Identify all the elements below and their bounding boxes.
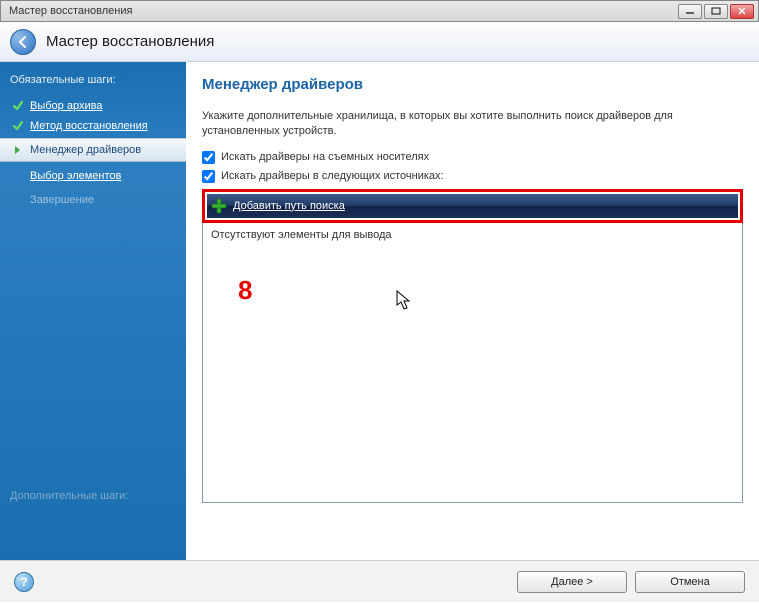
close-button[interactable] xyxy=(730,4,754,19)
sidebar: Обязательные шаги: Выбор архива Метод во… xyxy=(0,62,186,560)
sources-list: Отсутствуют элементы для вывода xyxy=(202,223,743,503)
footer: ? Далее > Отмена xyxy=(0,560,759,602)
sidebar-item-label: Менеджер драйверов xyxy=(30,144,141,156)
sidebar-item-label: Выбор элементов xyxy=(30,170,121,182)
arrow-right-icon xyxy=(12,144,24,156)
sidebar-item-label: Выбор архива xyxy=(30,100,102,112)
sidebar-item-drivers: Менеджер драйверов xyxy=(0,138,186,162)
arrow-left-icon xyxy=(16,35,30,49)
back-button[interactable] xyxy=(10,29,36,55)
sidebar-item-archive[interactable]: Выбор архива xyxy=(10,96,176,116)
checkbox-removable-media[interactable]: Искать драйверы на съемных носителях xyxy=(202,151,743,164)
checkbox-sources[interactable]: Искать драйверы в следующих источниках: xyxy=(202,170,743,183)
check-icon xyxy=(12,100,24,112)
wizard-header: Мастер восстановления xyxy=(0,22,759,62)
check-icon xyxy=(12,120,24,132)
main-panel: Менеджер драйверов Укажите дополнительны… xyxy=(186,62,759,560)
sidebar-item-label: Завершение xyxy=(30,194,94,206)
sidebar-item-label: Метод восстановления xyxy=(30,120,148,132)
checkbox-input[interactable] xyxy=(202,151,215,164)
annotation-highlight: Добавить путь поиска xyxy=(202,189,743,223)
add-path-label: Добавить путь поиска xyxy=(233,200,345,212)
sidebar-item-method[interactable]: Метод восстановления xyxy=(10,116,176,136)
add-search-path-button[interactable]: Добавить путь поиска xyxy=(207,194,738,218)
annotation-number: 8 xyxy=(238,275,252,306)
checkbox-label: Искать драйверы в следующих источниках: xyxy=(221,170,444,182)
empty-list-text: Отсутствуют элементы для вывода xyxy=(211,229,392,241)
help-button[interactable]: ? xyxy=(14,572,34,592)
sidebar-section-required: Обязательные шаги: xyxy=(10,74,176,86)
plus-icon xyxy=(211,198,227,214)
page-title: Менеджер драйверов xyxy=(202,76,743,93)
minimize-button[interactable] xyxy=(678,4,702,19)
window-title: Мастер восстановления xyxy=(5,5,678,17)
sidebar-section-optional: Дополнительные шаги: xyxy=(10,490,176,502)
next-button[interactable]: Далее > xyxy=(517,571,627,593)
sidebar-item-elements[interactable]: Выбор элементов xyxy=(10,166,176,186)
instruction-text: Укажите дополнительные хранилища, в кото… xyxy=(202,109,743,139)
checkbox-input[interactable] xyxy=(202,170,215,183)
cancel-button[interactable]: Отмена xyxy=(635,571,745,593)
sidebar-item-finish: Завершение xyxy=(10,190,176,210)
maximize-button[interactable] xyxy=(704,4,728,19)
header-title: Мастер восстановления xyxy=(46,33,214,50)
window-titlebar: Мастер восстановления xyxy=(0,0,759,22)
checkbox-label: Искать драйверы на съемных носителях xyxy=(221,151,429,163)
